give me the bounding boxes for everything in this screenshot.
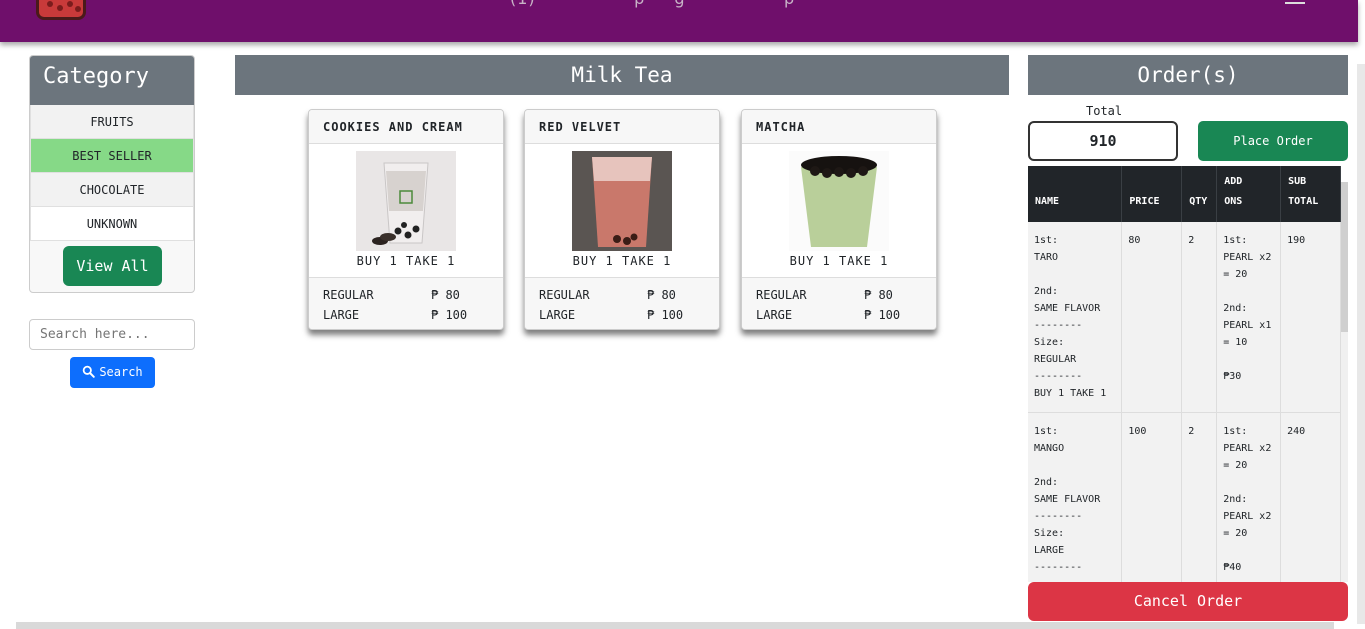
cancel-order-button[interactable]: Cancel Order: [1028, 582, 1348, 621]
search-icon: [83, 365, 96, 378]
page-vertical-scrollbar[interactable]: [1357, 64, 1365, 624]
category-item-best-seller[interactable]: BEST SELLER: [30, 139, 194, 173]
column-header-price: PRICE: [1121, 166, 1183, 222]
product-prices: REGULAR ₱ 80 LARGE ₱ 100: [742, 277, 936, 329]
column-header-subtotal: SUB TOTAL: [1280, 166, 1341, 222]
total-value-field: 910: [1028, 121, 1178, 161]
price-row-large: LARGE ₱ 100: [539, 306, 705, 326]
size-label: LARGE: [323, 308, 360, 322]
red-velvet-image: [572, 151, 672, 251]
price-row-large: LARGE ₱ 100: [323, 306, 489, 326]
column-header-add-ons: ADD ONS: [1216, 166, 1282, 222]
search-input[interactable]: [29, 319, 195, 350]
price-row-large: LARGE ₱ 100: [756, 306, 922, 326]
orders-scrollbar-thumb[interactable]: [1341, 182, 1348, 332]
order-subtotal-cell: 190: [1280, 222, 1341, 413]
column-header-qty: QTY: [1181, 166, 1218, 222]
order-price-cell: 100: [1121, 412, 1183, 582]
hamburger-menu-icon[interactable]: [1285, 0, 1305, 4]
product-prices: REGULAR ₱ 80 LARGE ₱ 100: [309, 277, 503, 329]
table-row[interactable]: 1st: MANGO 2nd: SAME FLAVOR -------- Siz…: [1028, 412, 1341, 582]
order-addons-cell: 1st: PEARL x2 = 20 2nd: PEARL x2 = 20 ₱4…: [1216, 412, 1282, 582]
price-value: ₱ 100: [431, 308, 468, 322]
price-value: ₱ 100: [864, 308, 901, 322]
order-subtotal-cell: 240: [1280, 412, 1341, 582]
product-card-cookies-and-cream[interactable]: COOKIES AND CREAM BUY 1 TAKE 1 REGULAR ₱ …: [308, 109, 504, 330]
menu-category-title: Milk Tea: [235, 55, 1009, 95]
order-name-cell: 1st: TARO 2nd: SAME FLAVOR -------- Size…: [1028, 222, 1123, 413]
category-item-unknown[interactable]: UNKNOWN: [30, 207, 194, 241]
category-item-fruits[interactable]: FRUITS: [30, 105, 194, 139]
orders-table-header: NAME PRICE QTY ADD ONS SUB TOTAL: [1028, 166, 1341, 222]
category-title: Category: [30, 56, 194, 105]
price-value: ₱ 80: [431, 288, 460, 302]
order-price-cell: 80: [1121, 222, 1183, 413]
size-label: REGULAR: [323, 288, 374, 302]
size-label: REGULAR: [539, 288, 590, 302]
view-all-button[interactable]: View All: [63, 246, 162, 286]
total-label: Total: [1086, 104, 1123, 118]
price-value: ₱ 80: [647, 288, 676, 302]
product-name: RED VELVET: [525, 110, 719, 144]
matcha-image: [789, 151, 889, 251]
product-promo: BUY 1 TAKE 1: [356, 254, 456, 268]
orders-table: NAME PRICE QTY ADD ONS SUB TOTAL 1st: TA…: [1028, 166, 1341, 582]
price-row-regular: REGULAR ₱ 80: [756, 286, 922, 306]
category-list: FRUITS BEST SELLER CHOCOLATE UNKNOWN: [30, 105, 194, 241]
product-promo: BUY 1 TAKE 1: [789, 254, 889, 268]
price-row-regular: REGULAR ₱ 80: [323, 286, 489, 306]
product-card-red-velvet[interactable]: RED VELVET BUY 1 TAKE 1 REGULAR ₱ 80 LARG…: [524, 109, 720, 330]
price-value: ₱ 100: [647, 308, 684, 322]
search-button[interactable]: Search: [70, 357, 155, 388]
product-name: COOKIES AND CREAM: [309, 110, 503, 144]
product-prices: REGULAR ₱ 80 LARGE ₱ 100: [525, 277, 719, 329]
product-name: MATCHA: [742, 110, 936, 144]
cookies-and-cream-image: [356, 151, 456, 251]
size-label: LARGE: [539, 308, 576, 322]
product-promo: BUY 1 TAKE 1: [572, 254, 672, 268]
search-button-label: Search: [99, 365, 143, 379]
order-qty-cell: 2: [1181, 222, 1218, 413]
price-value: ₱ 80: [864, 288, 893, 302]
product-card-matcha[interactable]: MATCHA BUY 1 TAKE 1 REGULAR ₱ 80 LARGE ₱ 1…: [741, 109, 937, 330]
category-item-chocolate[interactable]: CHOCOLATE: [30, 173, 194, 207]
navbar-title: (1) — — — — p — g — — — — p: [510, 0, 795, 8]
orders-table-container: NAME PRICE QTY ADD ONS SUB TOTAL 1st: TA…: [1028, 166, 1341, 582]
top-navbar: (1) — — — — p — g — — — — p: [0, 0, 1358, 42]
order-name-cell: 1st: MANGO 2nd: SAME FLAVOR -------- Siz…: [1028, 412, 1123, 582]
category-panel: Category FRUITS BEST SELLER CHOCOLATE UN…: [29, 55, 195, 293]
table-row[interactable]: 1st: TARO 2nd: SAME FLAVOR -------- Size…: [1028, 222, 1341, 413]
size-label: REGULAR: [756, 288, 807, 302]
price-row-regular: REGULAR ₱ 80: [539, 286, 705, 306]
milk-tea-logo-icon[interactable]: [36, 0, 86, 20]
column-header-name: NAME: [1028, 166, 1123, 222]
page-horizontal-scrollbar[interactable]: [16, 622, 1334, 629]
order-qty-cell: 2: [1181, 412, 1218, 582]
place-order-button[interactable]: Place Order: [1198, 121, 1348, 161]
order-addons-cell: 1st: PEARL x2 = 20 2nd: PEARL x1 = 10 ₱3…: [1216, 222, 1282, 413]
orders-title: Order(s): [1028, 55, 1348, 95]
size-label: LARGE: [756, 308, 793, 322]
